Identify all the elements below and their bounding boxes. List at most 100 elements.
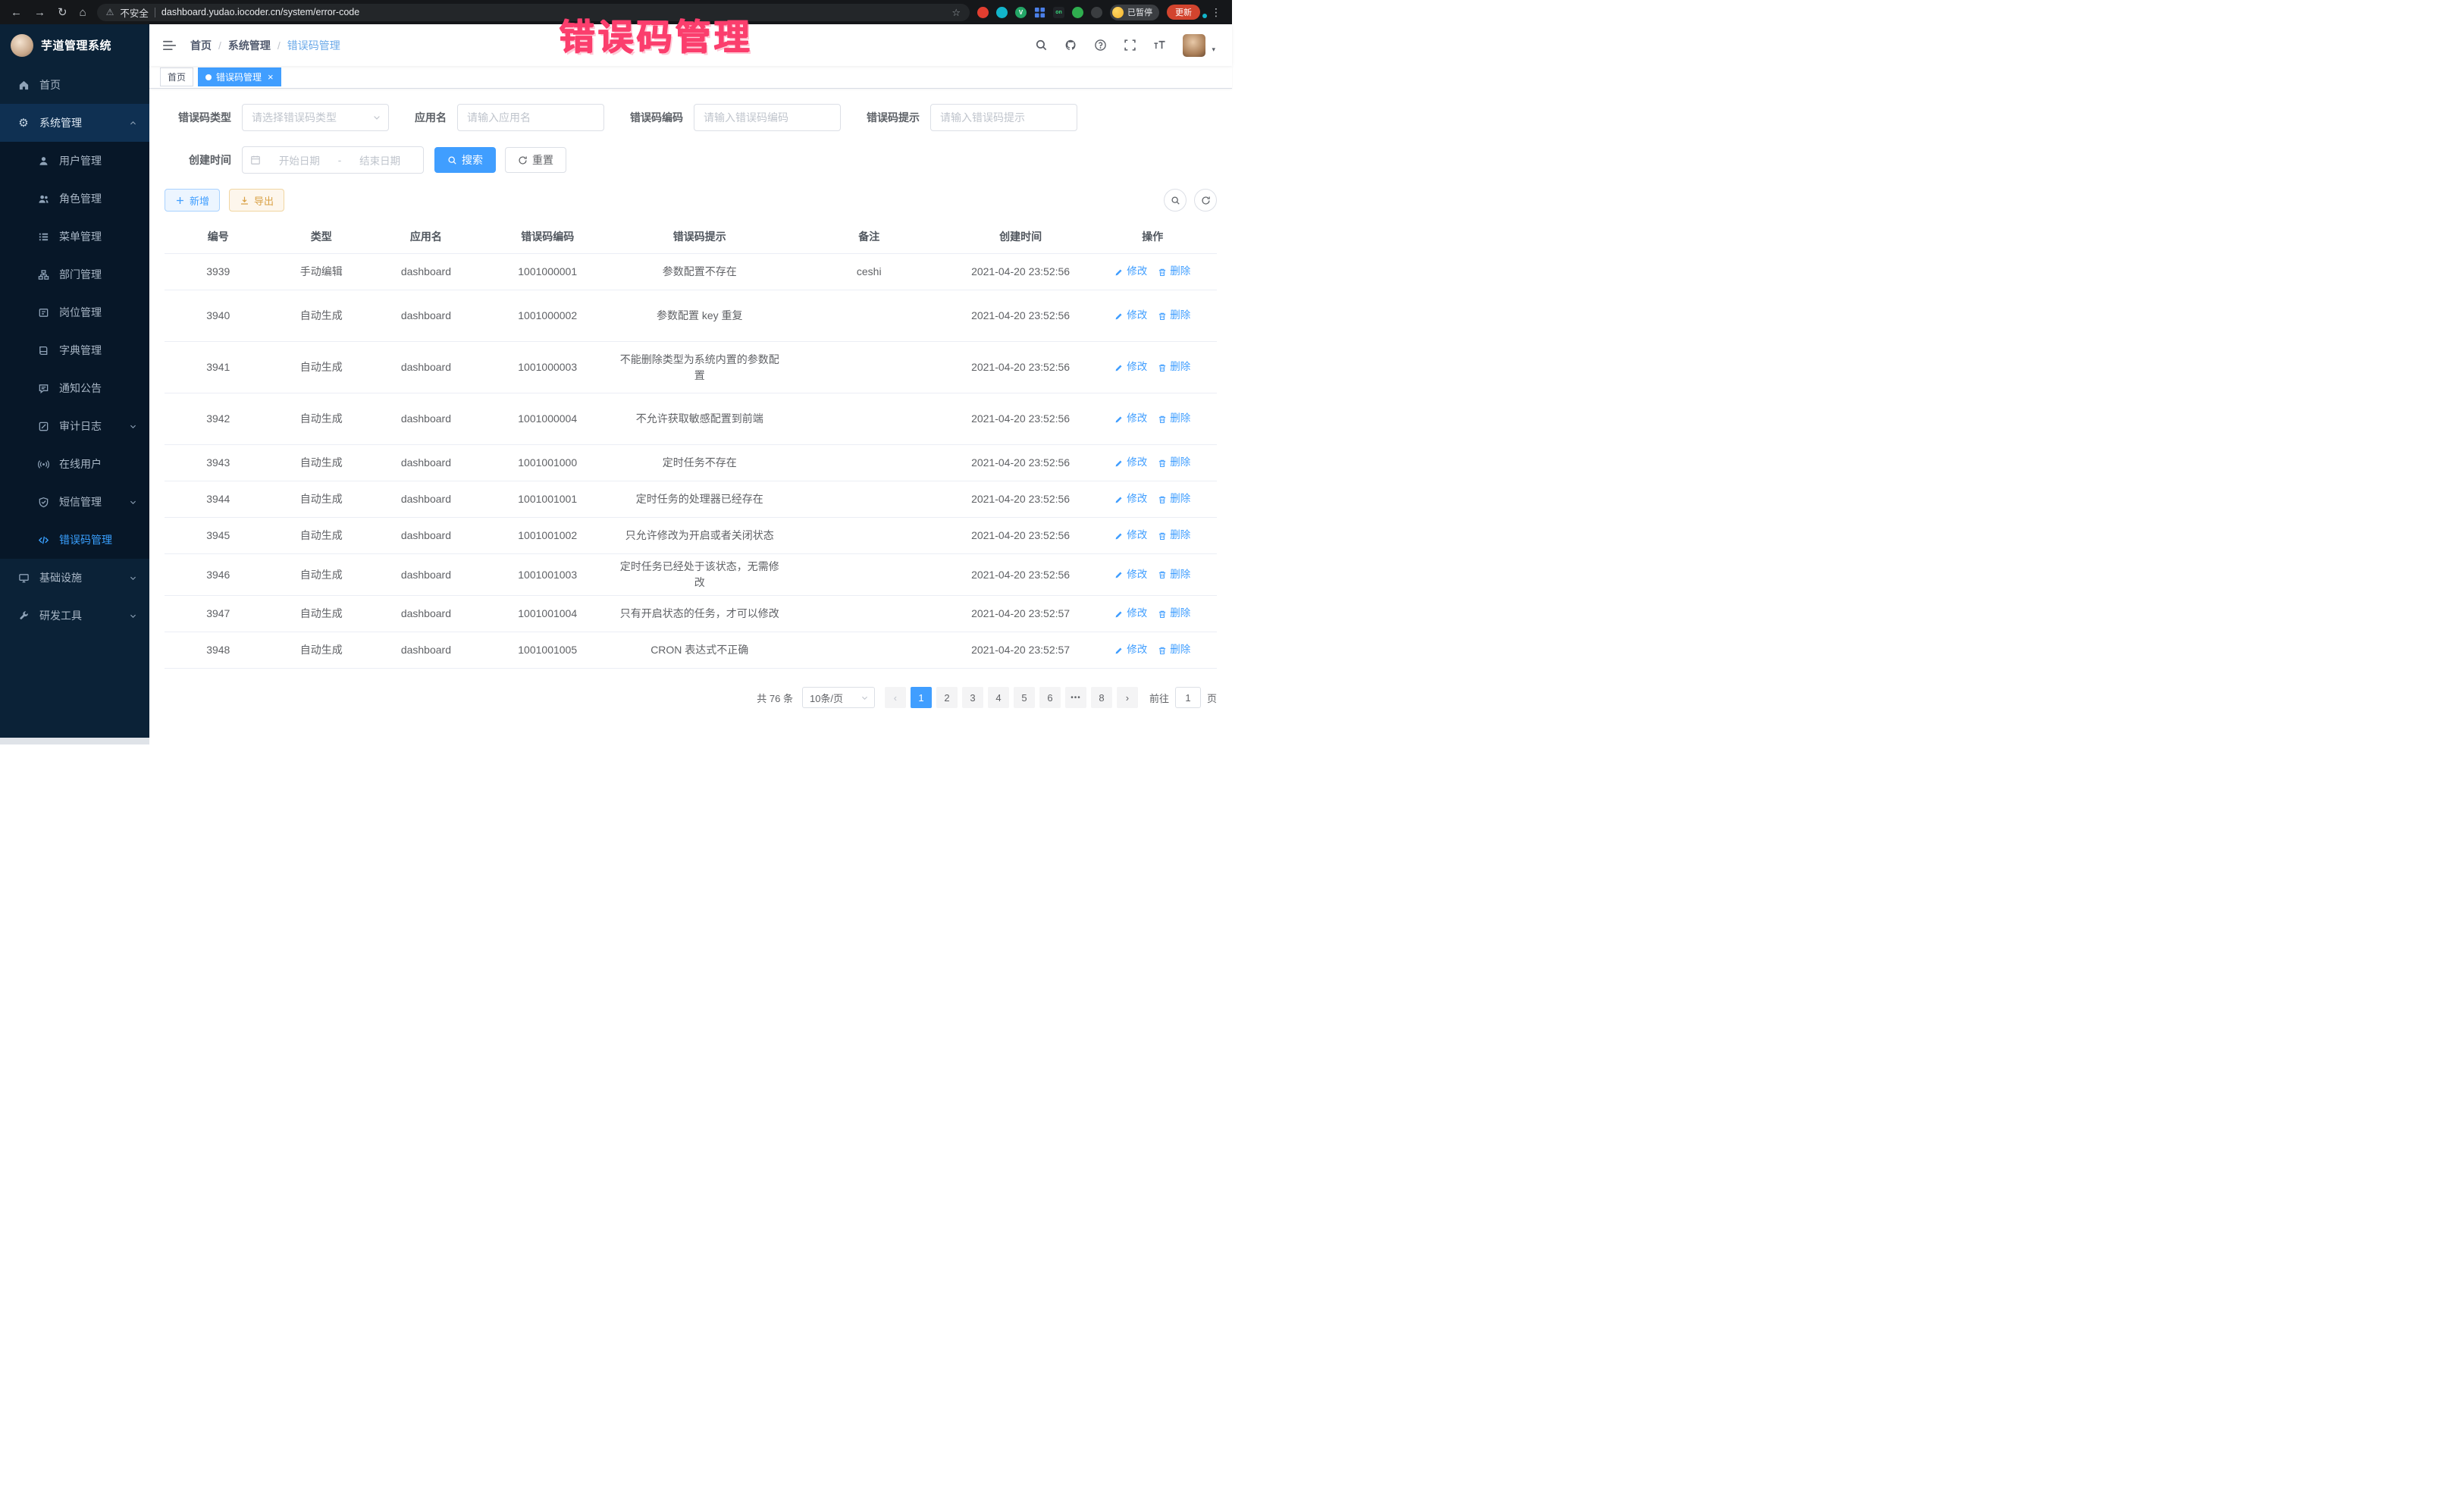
delete-link[interactable]: 删除: [1158, 491, 1190, 506]
page-button-3[interactable]: 3: [962, 687, 983, 708]
sidebar-item-3[interactable]: 角色管理: [0, 180, 149, 218]
sidebar-item-8[interactable]: 通知公告: [0, 369, 149, 407]
edit-link[interactable]: 修改: [1114, 359, 1147, 375]
search-button[interactable]: 搜索: [434, 147, 496, 173]
cell: 2021-04-20 23:52:56: [953, 259, 1089, 284]
search-icon[interactable]: [1035, 39, 1048, 52]
delete-link[interactable]: 删除: [1158, 455, 1190, 470]
app-name-input[interactable]: [457, 104, 604, 131]
sidebar-item-7[interactable]: 字典管理: [0, 331, 149, 369]
page-button-6[interactable]: 6: [1039, 687, 1061, 708]
page-button-8[interactable]: 8: [1091, 687, 1112, 708]
top-header: 首页/系统管理/错误码管理 ▾: [149, 24, 1232, 66]
error-type-select[interactable]: 请选择错误码类型: [242, 104, 389, 131]
code-value: 1001000003: [516, 359, 579, 375]
toggle-search-button[interactable]: [1164, 189, 1187, 212]
export-button[interactable]: 导出: [229, 189, 284, 212]
extension-icon-red[interactable]: [977, 7, 989, 18]
page-button-5[interactable]: 5: [1014, 687, 1035, 708]
edit-link[interactable]: 修改: [1114, 642, 1147, 657]
cell: dashboard: [371, 303, 481, 328]
edit-link[interactable]: 修改: [1114, 455, 1147, 470]
cell: 自动生成: [272, 638, 371, 663]
sidebar-item-2[interactable]: 用户管理: [0, 142, 149, 180]
page-ellipsis[interactable]: •••: [1065, 687, 1086, 708]
browser-menu-icon[interactable]: ⋮: [1208, 6, 1224, 19]
hamburger-icon[interactable]: [149, 39, 190, 52]
font-size-icon[interactable]: [1153, 39, 1166, 52]
address-bar[interactable]: ⚠ 不安全 dashboard.yudao.iocoder.cn/system/…: [97, 4, 970, 21]
edit-link[interactable]: 修改: [1114, 606, 1147, 621]
sidebar-item-14[interactable]: 研发工具: [0, 597, 149, 635]
sidebar-item-1[interactable]: ⚙系统管理: [0, 104, 149, 142]
browser-update-button[interactable]: 更新: [1167, 5, 1200, 20]
page-button-4[interactable]: 4: [988, 687, 1009, 708]
profile-paused-badge[interactable]: 已暂停: [1110, 5, 1159, 20]
extension-icon-teal[interactable]: [996, 7, 1008, 18]
extension-icon-green-v[interactable]: V: [1015, 7, 1027, 18]
delete-link[interactable]: 删除: [1158, 528, 1190, 543]
sidebar-item-13[interactable]: 基础设施: [0, 559, 149, 597]
delete-link[interactable]: 删除: [1158, 411, 1190, 426]
sidebar-item-5[interactable]: 部门管理: [0, 255, 149, 293]
browser-home-icon[interactable]: ⌂: [80, 7, 86, 18]
tag-1[interactable]: 错误码管理×: [198, 67, 281, 86]
help-icon[interactable]: [1094, 39, 1107, 52]
extension-icon-grid[interactable]: [1034, 7, 1045, 18]
user-avatar[interactable]: [1183, 34, 1205, 57]
book-icon: [36, 345, 50, 356]
edit-link[interactable]: 修改: [1114, 528, 1147, 543]
browser-reload-icon[interactable]: ↻: [58, 7, 67, 18]
cell-actions: 修改 删除: [1089, 303, 1217, 328]
delete-icon: [1158, 495, 1167, 504]
page-button-1[interactable]: 1: [911, 687, 932, 708]
browser-back-icon[interactable]: ←: [11, 7, 22, 18]
cell: 3945: [165, 523, 272, 548]
delete-link[interactable]: 删除: [1158, 567, 1190, 582]
sidebar-item-12[interactable]: 错误码管理: [0, 521, 149, 559]
edit-link[interactable]: 修改: [1114, 264, 1147, 279]
github-icon[interactable]: [1064, 39, 1077, 52]
sidebar-collapse-bar[interactable]: [0, 738, 149, 744]
add-button[interactable]: 新增: [165, 189, 220, 212]
error-code-input[interactable]: [694, 104, 841, 131]
error-hint-input[interactable]: [930, 104, 1077, 131]
edit-label: 修改: [1127, 455, 1147, 470]
breadcrumb-item[interactable]: 首页: [190, 38, 212, 53]
refresh-icon: [1201, 196, 1211, 205]
extension-icon-pin[interactable]: [1091, 7, 1102, 18]
delete-link[interactable]: 删除: [1158, 308, 1190, 323]
sidebar-item-10[interactable]: 在线用户: [0, 445, 149, 483]
delete-link[interactable]: 删除: [1158, 264, 1190, 279]
bookmark-star-icon[interactable]: ☆: [951, 8, 961, 17]
date-range-picker[interactable]: 开始日期 - 结束日期: [242, 146, 424, 174]
close-icon[interactable]: ×: [268, 72, 274, 82]
prev-page-button[interactable]: ‹: [885, 687, 906, 708]
sidebar-item-0[interactable]: 首页: [0, 66, 149, 104]
edit-link[interactable]: 修改: [1114, 491, 1147, 506]
page-button-2[interactable]: 2: [936, 687, 958, 708]
sidebar-item-9[interactable]: 审计日志: [0, 407, 149, 445]
delete-link[interactable]: 删除: [1158, 642, 1190, 657]
delete-link[interactable]: 删除: [1158, 359, 1190, 375]
sidebar-item-4[interactable]: 菜单管理: [0, 218, 149, 255]
browser-forward-icon[interactable]: →: [34, 7, 45, 18]
tag-0[interactable]: 首页: [160, 67, 193, 86]
refresh-table-button[interactable]: [1194, 189, 1217, 212]
edit-link[interactable]: 修改: [1114, 411, 1147, 426]
delete-label: 删除: [1170, 308, 1190, 323]
next-page-button[interactable]: ›: [1117, 687, 1138, 708]
page-size-select[interactable]: 10条/页: [802, 687, 875, 708]
extension-icon-on[interactable]: on: [1053, 7, 1064, 18]
delete-link[interactable]: 删除: [1158, 606, 1190, 621]
reset-button[interactable]: 重置: [505, 147, 566, 173]
sidebar-item-6[interactable]: 岗位管理: [0, 293, 149, 331]
edit-icon: [1114, 268, 1124, 277]
breadcrumb-item[interactable]: 系统管理: [228, 38, 271, 53]
goto-page-input[interactable]: [1175, 687, 1201, 708]
sidebar-item-11[interactable]: 短信管理: [0, 483, 149, 521]
edit-link[interactable]: 修改: [1114, 308, 1147, 323]
fullscreen-icon[interactable]: [1124, 39, 1136, 52]
extension-icon-green[interactable]: [1072, 7, 1083, 18]
edit-link[interactable]: 修改: [1114, 567, 1147, 582]
